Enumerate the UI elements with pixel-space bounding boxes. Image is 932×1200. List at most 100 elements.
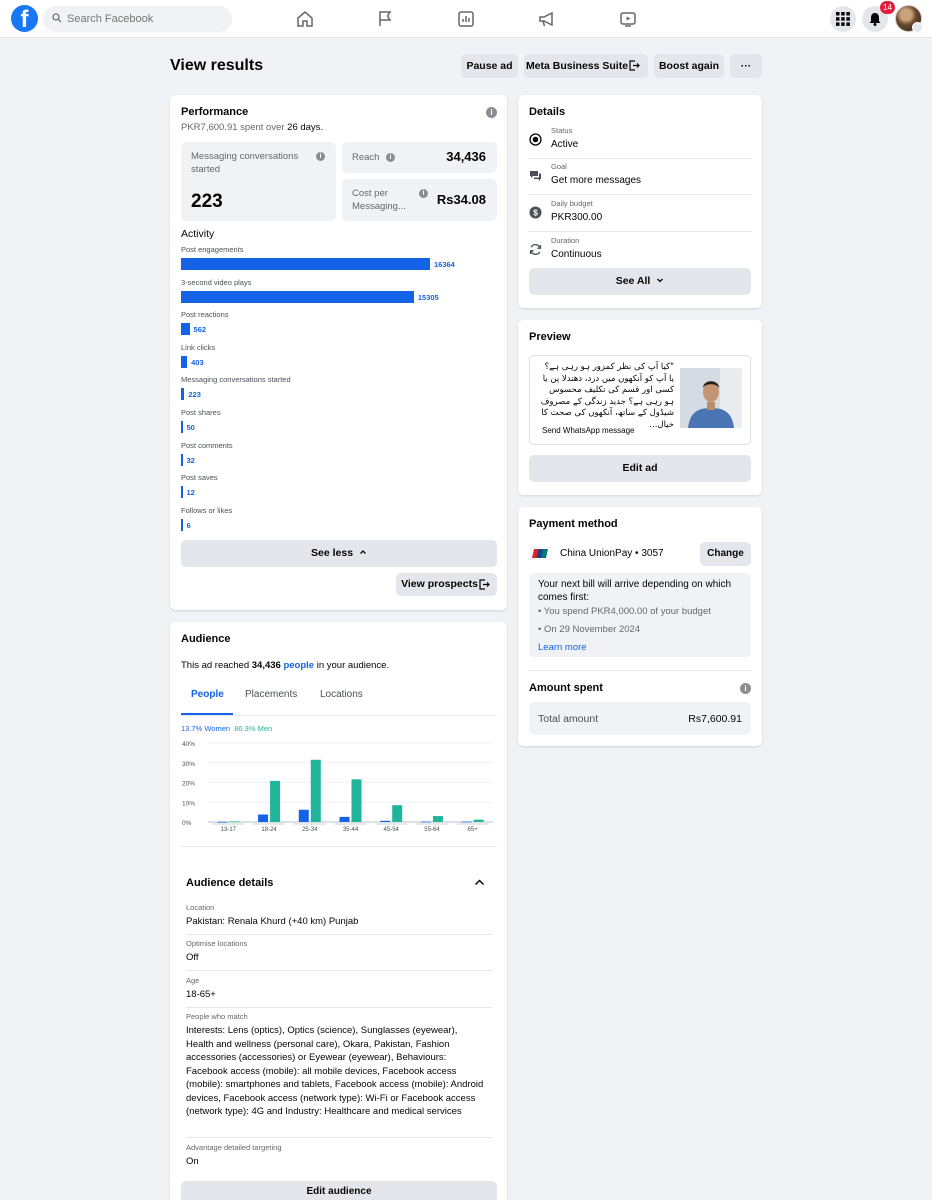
audience-row-value: Pakistan: Renala Khurd (+40 km) Punjab (186, 916, 359, 927)
edit-audience-button[interactable]: Edit audience (181, 1181, 497, 1200)
performance-title: Performance (181, 106, 249, 118)
y-tick-label: 20% (182, 781, 195, 788)
info-icon[interactable]: i (316, 152, 325, 161)
top-navigation-bar: f 14 (0, 0, 932, 38)
chart-bar-women (339, 816, 350, 822)
learn-more-link[interactable]: Learn more (538, 642, 587, 653)
chevron-down-icon[interactable] (912, 22, 923, 33)
spent-summary: PKR7,600.91 spent over 26 days. (181, 122, 323, 133)
detail-row-daily-budget: $ Daily budget PKR300.00 (529, 196, 751, 232)
y-tick-label: 10% (182, 800, 195, 807)
audience-row-value: Interests: Lens (optics), Optics (scienc… (186, 1025, 484, 1117)
spent-days: 26 days (287, 122, 321, 133)
x-tick-label: 13-17 (221, 827, 237, 833)
total-amount-label: Total amount (538, 713, 599, 725)
billing-bullet: • You spend PKR4,000.00 of your budget (538, 606, 711, 617)
activity-bar (181, 486, 183, 499)
boost-again-button[interactable]: Boost again (654, 54, 724, 78)
pause-ad-button[interactable]: Pause ad (461, 54, 518, 78)
activity-label: Post engagements (181, 245, 244, 254)
activity-value: 403 (191, 357, 204, 367)
activity-label: Link clicks (181, 342, 216, 352)
change-payment-button[interactable]: Change (700, 542, 751, 566)
chart-bar-women (420, 821, 431, 823)
detail-value: Get more messages (551, 175, 642, 186)
divider (181, 846, 497, 847)
activity-label: Follows or likes (181, 505, 233, 515)
info-icon[interactable]: i (486, 107, 497, 118)
search-icon (52, 13, 62, 23)
activity-bar (181, 355, 188, 368)
page-title: View results (170, 57, 264, 74)
gender-legend: 13.7% Women 86.3% Men (181, 724, 272, 733)
info-icon[interactable]: i (740, 683, 751, 694)
more-options-button[interactable]: ··· (730, 54, 762, 78)
see-all-button[interactable]: See All (529, 268, 751, 295)
ad-cta-text: Send WhatsApp message (542, 426, 635, 435)
activity-value: 50 (186, 423, 195, 432)
search-bar[interactable] (43, 6, 232, 32)
home-icon[interactable] (295, 9, 315, 29)
audience-row-label: Optimise locations (186, 939, 248, 948)
flag-icon[interactable] (375, 9, 395, 29)
detail-row-duration: Duration Continuous (529, 233, 751, 269)
activity-bar (181, 290, 414, 303)
insights-icon[interactable] (456, 9, 476, 29)
info-icon[interactable]: i (419, 189, 428, 198)
x-tick-label: 55-64 (424, 827, 440, 833)
facebook-logo[interactable]: f (11, 5, 38, 32)
tab-placements[interactable]: Placements (245, 689, 297, 700)
chart-bar-men (473, 819, 484, 822)
billing-note: Your next bill will arrive depending on … (529, 573, 751, 657)
y-tick-label: 40% (182, 741, 195, 748)
chart-bar-women (380, 820, 391, 822)
messaging-stat-label: Messaging conversations started (191, 151, 299, 175)
video-icon[interactable] (618, 9, 638, 29)
tab-people[interactable]: People (191, 689, 224, 700)
y-tick-label: 0% (182, 820, 192, 827)
audience-row-value: On (186, 1156, 199, 1167)
activity-bar (181, 323, 190, 336)
detail-label: Goal (551, 162, 567, 171)
audience-row-label: Location (186, 903, 215, 912)
search-input[interactable] (67, 6, 227, 32)
activity-value: 16364 (434, 260, 455, 269)
audience-title: Audience (181, 633, 231, 645)
audience-row-value: 18-65+ (186, 989, 216, 1000)
chart-bar-men (310, 759, 321, 822)
people-link[interactable]: people (283, 660, 314, 671)
bell-icon (869, 13, 881, 26)
megaphone-icon[interactable] (537, 9, 557, 29)
reach-stat-label: Reach (352, 152, 380, 163)
audience-row-advantage-targeting: Advantage detailed targeting On (186, 1143, 492, 1175)
cost-stat-value: Rs34.08 (436, 192, 486, 207)
activity-label: Messaging conversations started (181, 375, 291, 385)
refresh-icon (529, 244, 542, 255)
activity-bar (181, 421, 183, 433)
messaging-stat-value: 223 (191, 191, 223, 212)
chevron-up-icon[interactable] (474, 877, 485, 888)
spent-amount: PKR7,600.91 (181, 122, 238, 133)
audience-reach-text: This ad reached 34,436 people in your au… (181, 660, 389, 671)
audience-row-value: Off (186, 952, 199, 963)
chart-bar-men (270, 780, 281, 822)
activity-bar (181, 518, 183, 531)
info-icon[interactable]: i (386, 153, 395, 162)
billing-bullet: • On 29 November 2024 (538, 624, 641, 635)
y-tick-label: 30% (182, 761, 195, 768)
audience-row-label: People who match (186, 1012, 248, 1021)
chart-bar-women (258, 814, 269, 822)
see-less-button[interactable]: See less (181, 540, 497, 567)
meta-business-suite-button[interactable]: Meta Business Suite (524, 54, 648, 78)
activity-value: 6 (186, 520, 191, 530)
edit-ad-button[interactable]: Edit ad (529, 455, 751, 482)
legend-men: 86.3% Men (234, 724, 273, 733)
menu-grid-button[interactable] (830, 6, 856, 32)
billing-bullet-text: On 29 November 2024 (543, 624, 641, 635)
activity-value: 562 (193, 325, 207, 335)
ad-preview[interactable]: "کیا آپ کی نظر کمزور ہو رہی ہے؟ یا آپ کو… (529, 355, 751, 445)
divider (181, 715, 497, 716)
tab-locations[interactable]: Locations (320, 689, 363, 700)
view-prospects-button[interactable]: View prospects (396, 573, 497, 596)
activity-label: Post shares (181, 408, 221, 417)
